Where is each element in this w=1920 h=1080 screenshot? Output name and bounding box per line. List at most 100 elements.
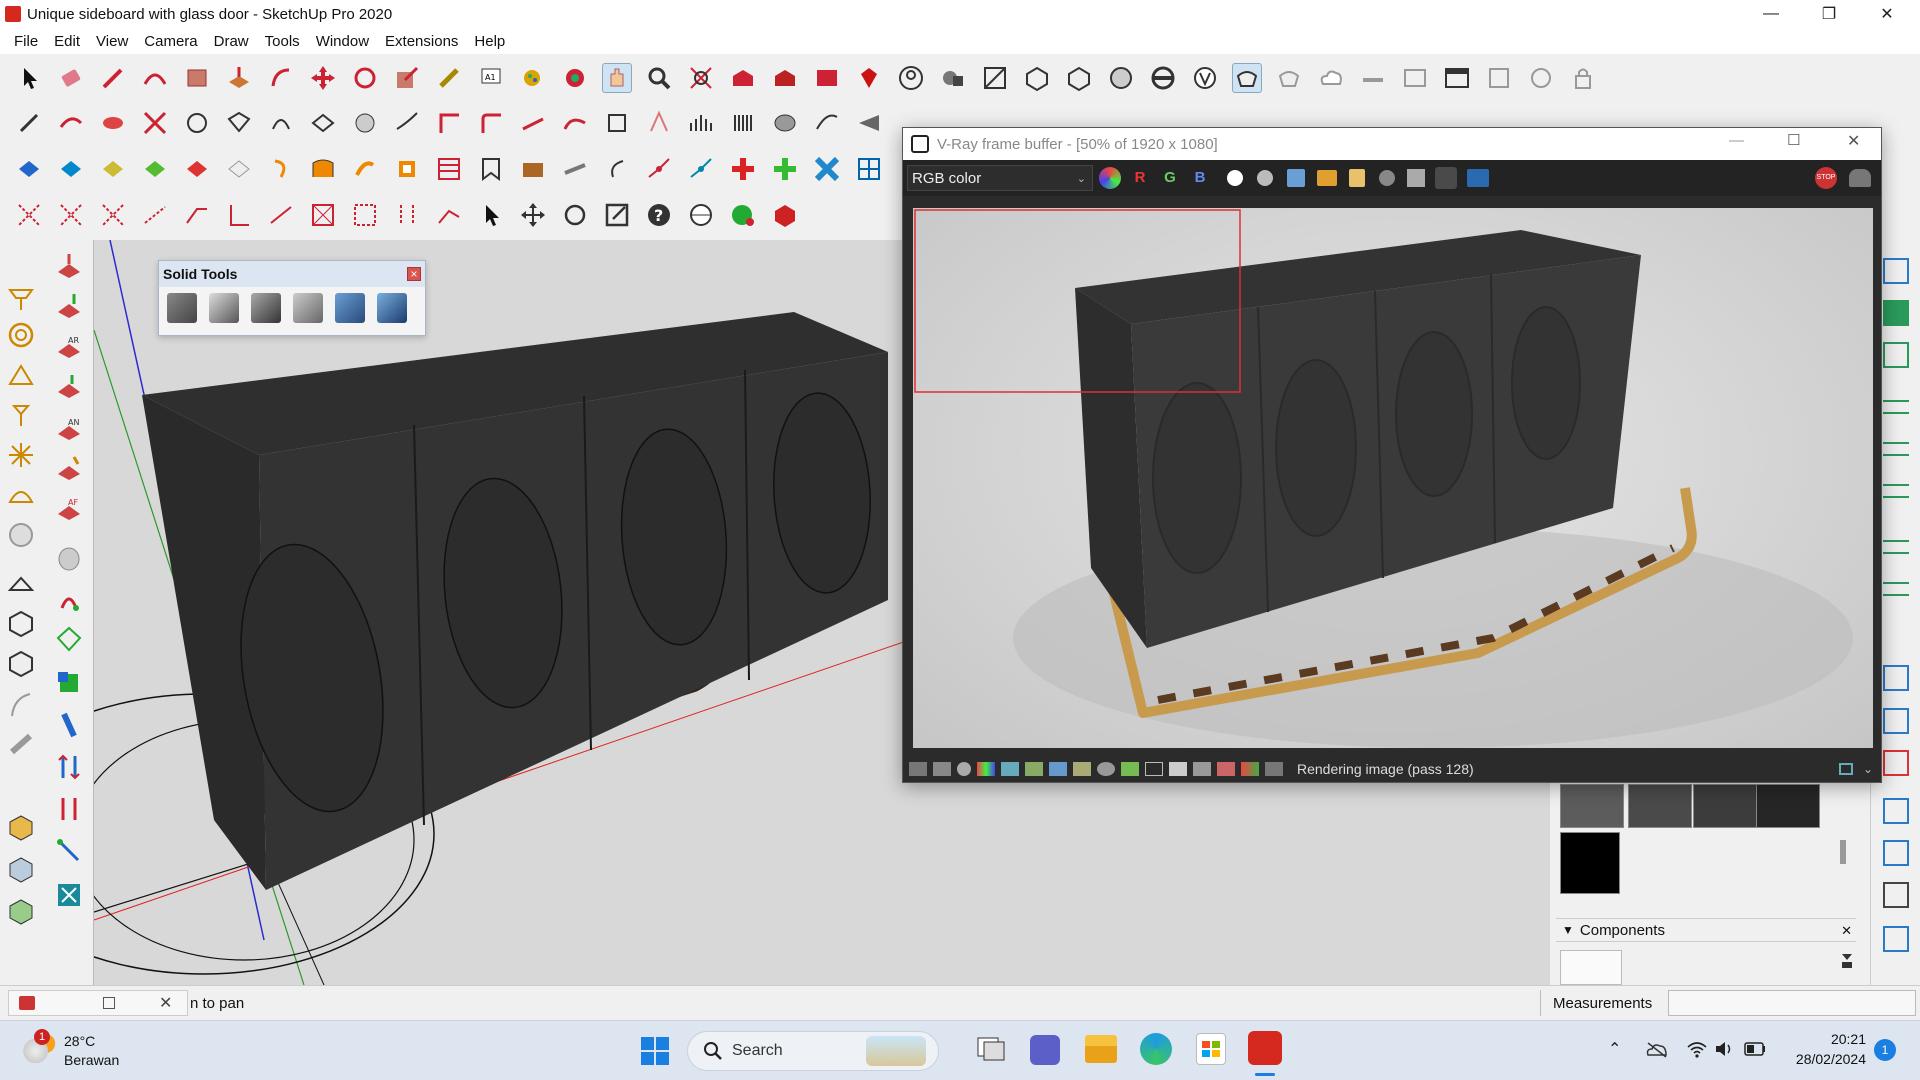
component-tool-19-icon[interactable] xyxy=(770,154,800,184)
vray-light-icon[interactable] xyxy=(1358,63,1388,93)
left-tool-8-icon[interactable] xyxy=(6,570,36,600)
arc-tool-icon[interactable] xyxy=(140,63,170,93)
line-tool-icon[interactable] xyxy=(98,63,128,93)
material-swatch-2[interactable] xyxy=(1628,784,1692,828)
extension-tool-4-icon[interactable] xyxy=(140,108,170,138)
left-tool-30-icon[interactable] xyxy=(54,836,84,866)
snap-tool-7-icon[interactable] xyxy=(266,200,296,230)
orbit-icon[interactable] xyxy=(560,63,590,93)
snap-tool-4-icon[interactable] xyxy=(140,200,170,230)
menu-window[interactable]: Window xyxy=(308,33,377,50)
green-globe-icon[interactable] xyxy=(728,200,758,230)
menu-camera[interactable]: Camera xyxy=(136,33,205,50)
extension-tool-11-icon[interactable] xyxy=(434,108,464,138)
component-tool-9-icon[interactable] xyxy=(350,154,380,184)
views-front-icon[interactable] xyxy=(1064,63,1094,93)
extension-tool-21-icon[interactable] xyxy=(854,108,884,138)
component-tool-14-icon[interactable] xyxy=(560,154,590,184)
status-close-icon[interactable]: ✕ xyxy=(159,993,172,1013)
component-tool-7-icon[interactable] xyxy=(266,154,296,184)
xray-icon[interactable] xyxy=(1106,63,1136,93)
eraser-tool-icon[interactable] xyxy=(56,63,86,93)
cursor-select-icon[interactable] xyxy=(476,200,506,230)
left-tool-26-icon[interactable] xyxy=(54,668,84,698)
left-tool-11-icon[interactable] xyxy=(6,690,36,720)
extension-tool-20-icon[interactable] xyxy=(812,108,842,138)
status-icon-16[interactable] xyxy=(1265,762,1283,776)
render-last-icon[interactable] xyxy=(1435,167,1457,189)
extension-tool-18-icon[interactable] xyxy=(728,108,758,138)
left-tool-2-icon[interactable] xyxy=(6,320,36,350)
move-tool-icon[interactable] xyxy=(308,63,338,93)
component-tool-18-icon[interactable] xyxy=(728,154,758,184)
left-tool-18-icon[interactable]: AR xyxy=(54,332,84,362)
right-tool-2-icon[interactable] xyxy=(1883,300,1909,326)
extension-tool-2-icon[interactable] xyxy=(56,108,86,138)
extension-tool-5-icon[interactable] xyxy=(182,108,212,138)
component-tool-17-icon[interactable] xyxy=(686,154,716,184)
snap-tool-3-icon[interactable] xyxy=(98,200,128,230)
menu-file[interactable]: File xyxy=(6,33,46,50)
offset-icon[interactable] xyxy=(266,63,296,93)
subtract-icon[interactable] xyxy=(293,293,323,323)
status-icon-7[interactable] xyxy=(1049,762,1067,776)
right-tool-12-icon[interactable] xyxy=(1883,798,1909,824)
vray-close-button[interactable]: ✕ xyxy=(1847,131,1860,151)
hdr-view-icon[interactable] xyxy=(1467,169,1489,187)
teams-chat-icon[interactable] xyxy=(1030,1035,1060,1065)
restore-button[interactable]: ❐ xyxy=(1800,0,1858,28)
volume-icon[interactable] xyxy=(1714,1039,1736,1059)
left-tool-6-icon[interactable] xyxy=(6,480,36,510)
component-tool-16-icon[interactable] xyxy=(644,154,674,184)
vray-lock-icon[interactable] xyxy=(1568,63,1598,93)
right-tool-14-icon[interactable] xyxy=(1883,882,1909,908)
component-tool-5-icon[interactable] xyxy=(182,154,212,184)
text-tool-icon[interactable]: A1 xyxy=(476,63,506,93)
status-icon-15[interactable] xyxy=(1241,762,1259,776)
left-tool-23-icon[interactable] xyxy=(54,544,84,574)
warehouse-icon[interactable] xyxy=(728,63,758,93)
vray-expand-icon[interactable]: ⌄ xyxy=(1863,762,1873,776)
close-button[interactable]: ✕ xyxy=(1858,0,1916,28)
component-tool-11-icon[interactable] xyxy=(434,154,464,184)
component-details-icon[interactable] xyxy=(1840,950,1854,970)
scale-tool-icon[interactable] xyxy=(392,63,422,93)
styles-icon[interactable] xyxy=(938,63,968,93)
status-icon-5[interactable] xyxy=(1001,762,1019,776)
right-tool-1-icon[interactable] xyxy=(1883,258,1909,284)
edge-browser-icon[interactable] xyxy=(1140,1033,1172,1065)
extension-tool-6-icon[interactable] xyxy=(224,108,254,138)
union-icon[interactable] xyxy=(251,293,281,323)
left-tool-7-icon[interactable] xyxy=(6,520,36,550)
geo-location-icon[interactable] xyxy=(19,996,35,1010)
left-tool-20-icon[interactable]: AN xyxy=(54,414,84,444)
right-tool-4-icon[interactable] xyxy=(1883,400,1909,414)
wifi-icon[interactable] xyxy=(1686,1039,1708,1059)
clock-date[interactable]: 28/02/2024 xyxy=(1786,1051,1866,1067)
material-swatch-4[interactable] xyxy=(1756,784,1820,828)
left-tool-21-icon[interactable] xyxy=(54,454,84,484)
right-tool-8-icon[interactable] xyxy=(1883,582,1909,596)
component-preview[interactable] xyxy=(1560,950,1622,985)
vray-mesh-icon[interactable] xyxy=(1484,63,1514,93)
left-tool-9-icon[interactable] xyxy=(6,608,36,638)
extension-tool-8-icon[interactable] xyxy=(308,108,338,138)
red-cube-icon[interactable] xyxy=(770,200,800,230)
tape-measure-icon[interactable] xyxy=(434,63,464,93)
material-swatch-5[interactable] xyxy=(1560,832,1620,894)
rectangle-tool-icon[interactable] xyxy=(182,63,212,93)
sphere-icon[interactable] xyxy=(686,200,716,230)
snap-tool-2-icon[interactable] xyxy=(56,200,86,230)
snap-tool-6-icon[interactable] xyxy=(224,200,254,230)
microsoft-store-icon[interactable] xyxy=(1196,1033,1226,1065)
left-tool-31-icon[interactable] xyxy=(54,880,84,910)
channel-select[interactable]: RGB color ⌄ xyxy=(907,165,1093,191)
right-tool-11-icon[interactable] xyxy=(1883,750,1909,776)
left-tool-12-icon[interactable] xyxy=(6,730,36,760)
extension-tool-15-icon[interactable] xyxy=(602,108,632,138)
extension-tool-12-icon[interactable] xyxy=(476,108,506,138)
component-tool-1-icon[interactable] xyxy=(14,154,44,184)
status-icon-4[interactable] xyxy=(977,762,995,776)
status-icon-8[interactable] xyxy=(1073,762,1091,776)
vray-minimize-button[interactable]: — xyxy=(1729,132,1744,149)
